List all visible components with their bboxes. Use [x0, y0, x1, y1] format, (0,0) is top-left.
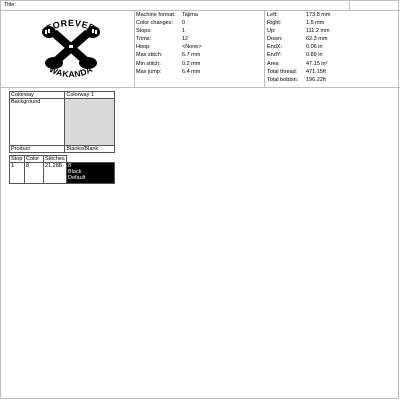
title-value-box [349, 1, 400, 10]
color-changes-label: Color changes: [136, 20, 173, 27]
area-label: Area [267, 60, 279, 67]
left-label: Left: [267, 12, 278, 18]
print-preview-page: Title: FOREVER WAKANDA [0, 0, 400, 399]
stop-cell: 1 [9, 162, 25, 184]
hoop-value: <None> [182, 44, 202, 51]
thread-color-swatch: 8 Black Default [66, 162, 115, 184]
title-row: Title: [1, 1, 400, 11]
endy-label: EndY: [267, 52, 282, 59]
machine-format-label: Machine format: [136, 12, 176, 18]
extent-info-labels: Left: Right: Up: Down: EndX: EndY: Area … [267, 11, 298, 84]
down-label: Down: [267, 36, 283, 43]
stitches-column-header: Stitches [43, 155, 67, 163]
background-label: Background [8, 98, 66, 146]
total-thread-value: 471.15ft [306, 68, 326, 75]
trims-label: Trims: [136, 36, 152, 43]
color-column-header: Color [24, 155, 44, 163]
total-bobbin-value: 196.22ft [306, 76, 326, 83]
colorway-table: Colorway Colorway 1 Background Product B… [8, 91, 115, 153]
design-preview-emblem-icon: FOREVER WAKANDA [42, 18, 100, 79]
max-stitch-value: 6.7 mm [182, 52, 201, 59]
colorway-header-value: Colorway 1 [64, 91, 115, 99]
title-label: Title: [4, 2, 16, 8]
min-stitch-label: Min stitch: [136, 60, 161, 67]
stops-value: 1 [182, 28, 186, 35]
colorway-header-label: Colorway [8, 91, 66, 99]
left-value: 173.8 mm [306, 12, 331, 18]
machine-info-labels: Machine format: Color changes: Stops: Tr… [136, 11, 175, 76]
color-changes-value: 0 [182, 20, 186, 27]
max-jump-label: Max jump: [136, 68, 162, 75]
endx-label: EndX: [267, 44, 282, 51]
endx-value: 0.06 in [306, 44, 323, 51]
up-value: 111.2 mm [306, 28, 330, 35]
down-value: 62.3 mm [306, 36, 328, 43]
max-stitch-label: Max stitch: [136, 52, 163, 59]
design-summary-row: FOREVER WAKANDA Mach [1, 11, 400, 88]
stitches-cell: 21,288 [43, 162, 67, 184]
stitch-sequence-table: Stop Color Stitches 1 8 21,288 8 Black D… [9, 155, 115, 184]
stops-label: Stops: [136, 28, 152, 35]
machine-format-value: Tajima [182, 12, 198, 18]
up-label: Up: [267, 28, 276, 35]
right-value: 1.5 mm [306, 20, 325, 27]
min-stitch-value: 0.2 mm [182, 60, 201, 67]
thread-brand: Default [68, 175, 86, 181]
stop-column-header: Stop [9, 155, 25, 163]
product-value: Blanks/Blank [64, 145, 115, 153]
machine-info-values: Tajima 0 1 12 <None> 6.7 mm 0.2 mm 6.4 m… [182, 11, 202, 76]
trims-value: 12 [182, 36, 189, 43]
extent-info-values: 173.8 mm 1.5 mm 111.2 mm 62.3 mm 0.06 in… [306, 11, 330, 84]
background-swatch [64, 98, 115, 146]
column-divider [264, 11, 265, 87]
total-thread-label: Total thread: [267, 68, 298, 75]
thread-column-header [66, 155, 115, 163]
product-label: Product [8, 145, 66, 153]
max-jump-value: 6.4 mm [182, 68, 201, 75]
total-bobbin-label: Total bobbin: [267, 76, 299, 83]
color-cell: 8 [24, 162, 44, 184]
endy-value: 0.89 in [306, 52, 323, 59]
right-label: Right: [267, 20, 282, 27]
area-value: 47.15 in² [306, 60, 328, 67]
hoop-label: Hoop: [136, 44, 151, 51]
column-divider [134, 11, 135, 87]
table-row: 1 8 21,288 8 Black Default [9, 162, 115, 184]
